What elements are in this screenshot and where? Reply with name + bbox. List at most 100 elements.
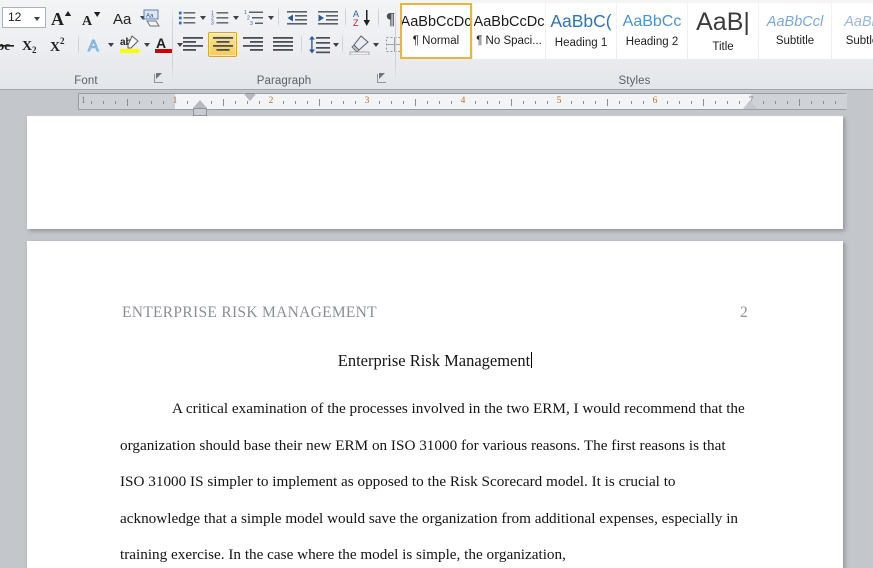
ribbon-group-paragraph: 1 2 3 1 2 3 A Z ¶ Paragraph: [173, 0, 413, 89]
style-preview: AaBbC(: [550, 11, 612, 32]
first-line-indent-marker[interactable]: [243, 93, 257, 101]
bullet-list-icon: [178, 11, 196, 24]
ribbon-group-styles: AaBbCcDc ¶ Normal AaBbCcDc ¶ No Spaci... AaB…: [396, 0, 873, 89]
ruler-tick: [607, 99, 608, 106]
ruler-tick: [739, 101, 740, 104]
hanging-indent-marker[interactable]: [193, 100, 207, 108]
subscript-button[interactable]: X 2: [19, 32, 45, 57]
svg-text:3: 3: [211, 20, 214, 26]
svg-text:Aa: Aa: [146, 13, 154, 19]
ruler-tick: [343, 101, 344, 104]
chevron-down-icon[interactable]: [372, 42, 379, 47]
svg-text:A: A: [156, 35, 166, 51]
increase-indent-button[interactable]: [314, 5, 342, 30]
ruler-tick: [139, 101, 140, 104]
numbering-button[interactable]: 1 2 3: [210, 5, 240, 30]
svg-text:X: X: [50, 40, 60, 55]
style-preview: AaBbCc: [622, 13, 682, 30]
style-item-heading-1[interactable]: AaBbC( Heading 1: [546, 3, 616, 59]
multilevel-list-button[interactable]: 1 2 3: [243, 5, 275, 30]
style-item-no-spaci[interactable]: AaBbCcDc ¶ No Spaci...: [473, 3, 545, 59]
style-item-subtle[interactable]: AaBb Subtle: [832, 3, 873, 59]
ruler-tick: [727, 101, 728, 104]
chevron-down-icon[interactable]: [143, 42, 150, 47]
ruler-tick: [499, 101, 500, 104]
svg-text:¶: ¶: [386, 9, 395, 27]
font-size-input[interactable]: 12: [2, 7, 46, 28]
numbered-list-icon: 1 2 3: [211, 10, 229, 26]
right-indent-marker[interactable]: [743, 100, 757, 109]
left-indent-marker[interactable]: [193, 108, 207, 116]
align-left-icon: [182, 37, 203, 51]
chevron-down-icon[interactable]: [332, 42, 339, 47]
svg-text:A: A: [88, 38, 99, 55]
align-right-icon: [242, 37, 263, 51]
ruler-tick: [295, 101, 296, 104]
style-item-heading-2[interactable]: AaBbCc Heading 2: [617, 3, 687, 59]
ruler-tick: [799, 99, 800, 106]
strikethrough-button[interactable]: bc: [0, 32, 18, 57]
shading-icon: [349, 34, 369, 55]
text-effects-button[interactable]: A: [83, 32, 116, 57]
sort-button[interactable]: A Z: [349, 5, 377, 30]
strikethrough-icon: bc: [0, 38, 14, 53]
ribbon-group-label-font: Font: [74, 75, 98, 87]
header-title: ENTERPRISE RISK MANAGEMENT: [122, 304, 377, 321]
ruler-tick: [235, 101, 236, 104]
document-title[interactable]: Enterprise Risk Management: [122, 351, 748, 371]
ribbon-group-font: 12 A A Aa Aa bc X 2 X 2 A ab A Font: [0, 0, 183, 89]
ruler-tick: [679, 101, 680, 104]
style-label: Heading 1: [554, 36, 608, 49]
document-body[interactable]: A critical examination of the processes …: [120, 391, 750, 568]
paragraph-dialog-launcher[interactable]: [376, 73, 387, 84]
change-case-icon: Aa: [113, 11, 132, 28]
decrease-indent-button[interactable]: [283, 5, 311, 30]
document-page-1[interactable]: [27, 116, 843, 229]
justify-icon: [272, 37, 293, 51]
text-highlight-color-button[interactable]: ab: [117, 32, 152, 57]
ruler-tick: [571, 101, 572, 104]
style-item-normal[interactable]: AaBbCcDc ¶ Normal: [400, 3, 472, 59]
chevron-down-icon[interactable]: [107, 42, 114, 47]
ruler-tick: [151, 101, 152, 104]
chevron-down-icon[interactable]: [200, 15, 206, 20]
font-size-value: 12: [8, 10, 22, 24]
ruler-tick: [595, 101, 596, 104]
ruler-tick: [583, 101, 584, 104]
superscript-button[interactable]: X 2: [47, 32, 73, 57]
ruler-tick: [163, 101, 164, 104]
ruler-tick: [91, 101, 92, 104]
chevron-down-icon[interactable]: [233, 15, 239, 20]
style-item-title[interactable]: AaB| Title: [688, 3, 758, 59]
svg-text:2: 2: [32, 45, 37, 55]
bullets-button[interactable]: [177, 5, 207, 30]
ruler-tick: [787, 101, 788, 104]
svg-text:X: X: [22, 39, 32, 54]
align-left-button[interactable]: [178, 32, 207, 57]
clear-formatting-button[interactable]: Aa: [140, 5, 166, 30]
grow-font-icon: A: [51, 9, 71, 28]
document-canvas[interactable]: ENTERPRISE RISK MANAGEMENT 2 Enterprise …: [0, 116, 873, 568]
align-center-button[interactable]: [208, 32, 237, 57]
multilevel-list-icon: 1 2 3: [244, 10, 263, 27]
ruler-tick: [391, 101, 392, 104]
chevron-down-icon[interactable]: [268, 15, 274, 20]
align-right-button[interactable]: [238, 32, 267, 57]
document-page-2[interactable]: ENTERPRISE RISK MANAGEMENT 2 Enterprise …: [27, 241, 843, 568]
ruler-tick: [355, 101, 356, 104]
sort-az-icon: A Z: [353, 9, 370, 27]
justify-button[interactable]: [268, 32, 297, 57]
chevron-down-icon[interactable]: [34, 17, 40, 21]
font-dialog-launcher[interactable]: [153, 73, 164, 84]
style-item-subtitle[interactable]: AaBbCcl Subtitle: [759, 3, 831, 59]
shading-button[interactable]: [347, 32, 380, 57]
grow-font-button[interactable]: A: [49, 5, 76, 30]
shrink-font-button[interactable]: A: [78, 5, 105, 30]
line-spacing-button[interactable]: [306, 32, 340, 57]
ruler-tick: [619, 101, 620, 104]
ruler-tick: [631, 101, 632, 104]
ruler-number: 6: [652, 96, 658, 106]
style-preview: AaBb: [844, 13, 873, 30]
horizontal-ruler[interactable]: 11234567: [78, 93, 847, 116]
ruler-tick: [415, 99, 416, 106]
